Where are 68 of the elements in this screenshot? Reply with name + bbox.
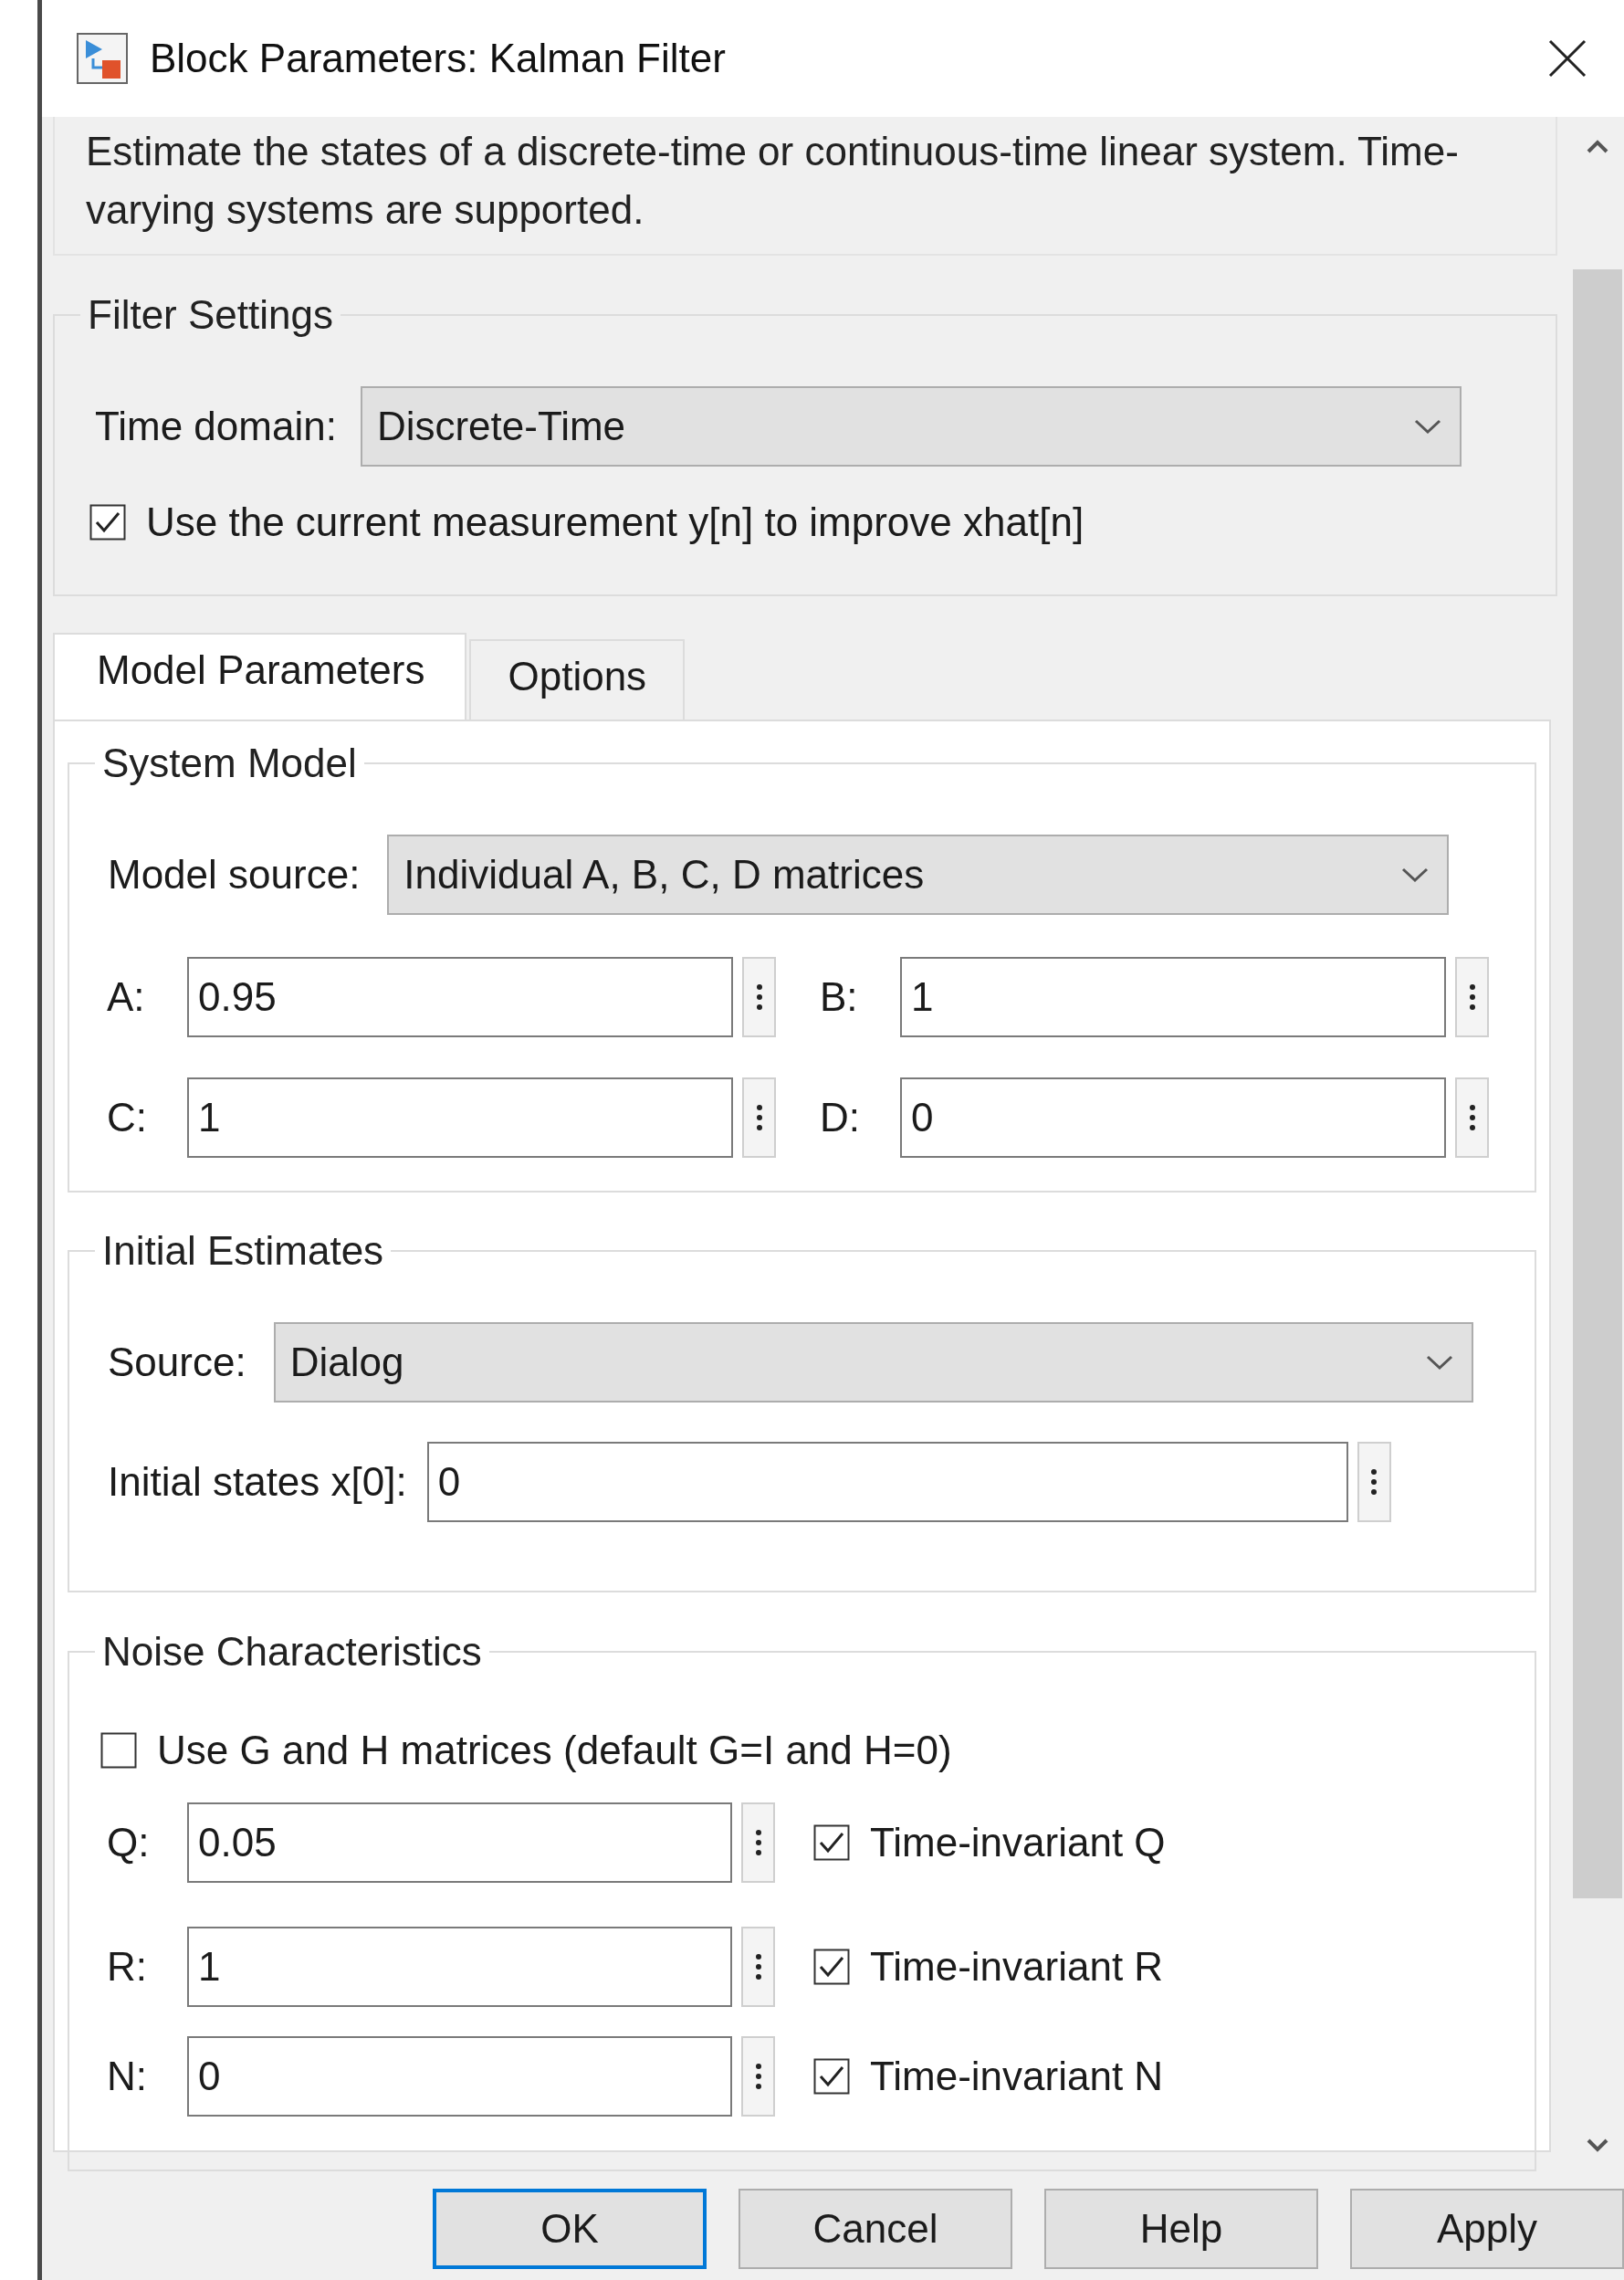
field-label: Time domain: (95, 404, 337, 449)
more-button[interactable] (742, 957, 776, 1037)
more-button[interactable] (1357, 1442, 1391, 1522)
chevron-down-icon (1413, 418, 1441, 435)
more-button[interactable] (1455, 1077, 1489, 1158)
dropdown[interactable]: Individual A, B, C, D matrices (387, 835, 1450, 915)
checkbox[interactable] (100, 1732, 137, 1769)
field-label: Q: (107, 1820, 151, 1865)
checkbox-label: Time-invariant R (870, 1944, 1164, 1990)
dropdown[interactable]: Discrete-Time (360, 386, 1462, 467)
input-field[interactable]: 0 (900, 1077, 1446, 1158)
checkbox[interactable] (813, 2058, 850, 2095)
more-button[interactable] (741, 1927, 775, 2007)
chevron-down-icon (1401, 867, 1430, 883)
scroll-down-icon[interactable] (1587, 2138, 1608, 2153)
chevron-down-icon (1425, 1354, 1453, 1371)
field-label: Source: (108, 1340, 246, 1385)
checkbox-label: Use G and H matrices (default G=I and H=0) (157, 1728, 952, 1773)
dots-icon (755, 1104, 763, 1131)
dots-icon (1370, 1468, 1378, 1496)
description-text: Estimate the states of a discrete-time or continuous-time linear system. Time-varying systems are supported. (86, 128, 1460, 234)
dots-icon (1468, 983, 1476, 1011)
group-title: Filter Settings (87, 291, 334, 339)
input-field[interactable]: 0 (187, 2036, 732, 2117)
dropdown[interactable]: Dialog (273, 1322, 1473, 1403)
scroll-up-icon[interactable] (1587, 139, 1608, 153)
dialog-button[interactable]: Cancel (739, 2189, 1012, 2269)
tab[interactable]: Options (469, 639, 686, 720)
field-label: Model source: (108, 852, 361, 898)
field-label: C: (107, 1095, 148, 1140)
dots-icon (755, 983, 763, 1011)
checkbox-label: Time-invariant N (870, 2054, 1164, 2099)
group-title: Initial Estimates (101, 1227, 385, 1275)
input-field[interactable]: 0.95 (187, 957, 733, 1037)
scrollbar-thumb[interactable] (1573, 269, 1622, 1898)
block-icon (77, 33, 128, 84)
more-button[interactable] (741, 1802, 775, 1883)
field-label: B: (820, 974, 859, 1020)
input-field[interactable]: 1 (187, 1927, 732, 2007)
input-field[interactable]: 0 (426, 1442, 1348, 1522)
dots-icon (754, 2063, 762, 2090)
checkbox[interactable] (89, 504, 126, 541)
input-field[interactable]: 1 (900, 957, 1446, 1037)
dialog-button[interactable]: Help (1044, 2189, 1318, 2269)
checkbox-label: Time-invariant Q (870, 1820, 1166, 1865)
close-icon[interactable] (1547, 38, 1587, 79)
checkbox[interactable] (813, 1824, 850, 1861)
tab[interactable]: Model Parameters (53, 633, 467, 720)
field-label: R: (107, 1944, 148, 1990)
input-field[interactable]: 1 (187, 1077, 733, 1158)
window-title: Block Parameters: Kalman Filter (150, 36, 726, 81)
more-button[interactable] (741, 2036, 775, 2117)
group-title: System Model (101, 740, 358, 787)
checkbox[interactable] (813, 1949, 850, 1985)
input-field[interactable]: 0.05 (187, 1802, 732, 1883)
dots-icon (754, 1953, 762, 1981)
dialog-button[interactable]: OK (433, 2189, 707, 2269)
field-label: Initial states x[0]: (108, 1459, 407, 1505)
dots-icon (1468, 1104, 1476, 1131)
dialog-button[interactable]: Apply (1350, 2189, 1624, 2269)
field-label: N: (107, 2054, 148, 2099)
field-label: A: (107, 974, 146, 1020)
more-button[interactable] (742, 1077, 776, 1158)
group-title: Noise Characteristics (101, 1628, 483, 1676)
more-button[interactable] (1455, 957, 1489, 1037)
checkbox-label: Use the current measurement y[n] to improve xhat[n] (146, 499, 1084, 545)
dots-icon (754, 1829, 762, 1856)
field-label: D: (820, 1095, 861, 1140)
